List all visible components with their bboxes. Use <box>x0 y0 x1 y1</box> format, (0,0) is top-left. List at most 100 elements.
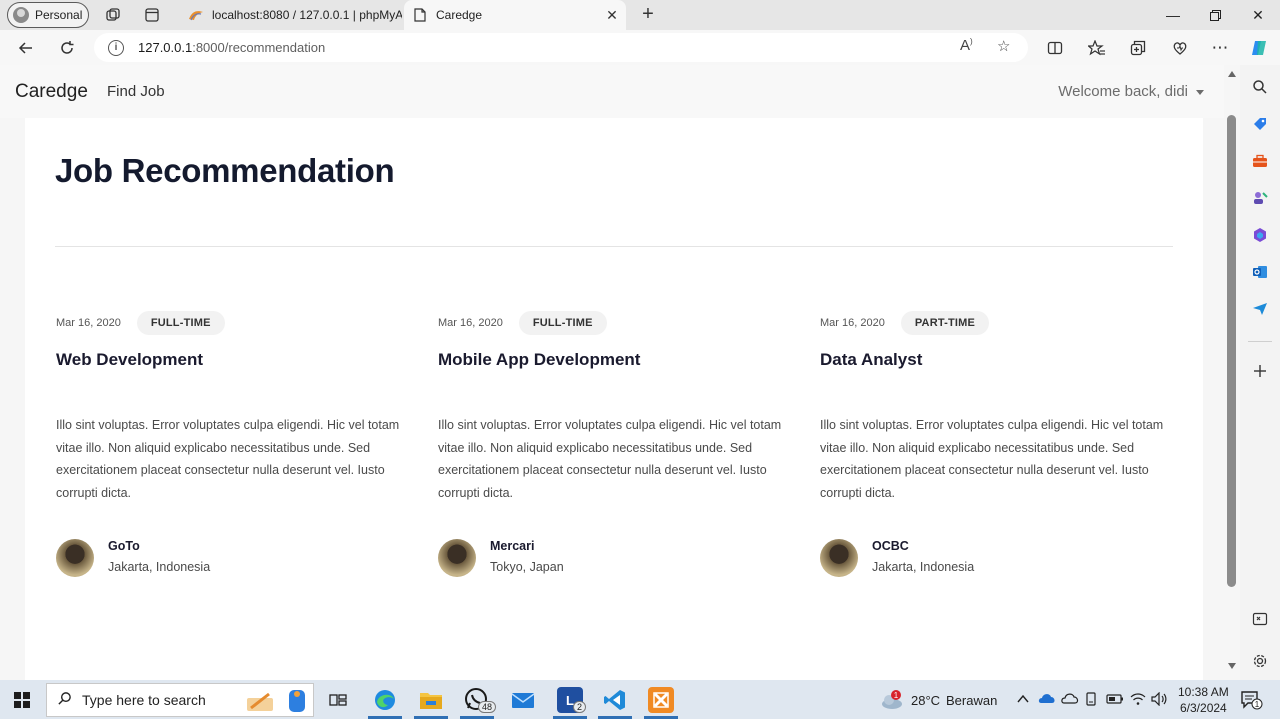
scroll-up-icon[interactable] <box>1228 71 1236 77</box>
company-avatar <box>820 539 858 577</box>
refresh-icon[interactable] <box>57 38 77 58</box>
search-highlight-icon <box>243 688 313 717</box>
profile-button[interactable]: Personal <box>7 2 89 28</box>
job-title[interactable]: Data Analyst <box>820 350 1170 370</box>
windows-start-icon[interactable] <box>14 692 30 708</box>
clock-date[interactable]: 6/3/2024 <box>1180 701 1227 715</box>
job-date: Mar 16, 2020 <box>56 317 121 329</box>
job-card[interactable]: Mar 16, 2020 FULL-TIME Web Development I… <box>56 310 406 577</box>
url-host: 127.0.0.1 <box>138 40 193 55</box>
job-title[interactable]: Web Development <box>56 350 406 370</box>
cloud-outline-icon[interactable] <box>1061 692 1079 707</box>
tools-briefcase-icon[interactable] <box>1250 151 1270 171</box>
send-icon[interactable] <box>1250 299 1270 319</box>
tab-phpmyadmin[interactable]: localhost:8080 / 127.0.0.1 | phpMyAdmin <box>180 0 402 30</box>
xampp-icon[interactable] <box>648 687 674 713</box>
battery-icon[interactable] <box>1106 692 1124 707</box>
tab-caredge[interactable]: Caredge ✕ <box>404 0 626 30</box>
file-explorer-icon[interactable] <box>418 687 444 713</box>
job-description: Illo sint voluptas. Error voluptates cul… <box>438 418 782 500</box>
task-view-icon[interactable] <box>325 687 351 713</box>
read-aloud-icon[interactable]: A) <box>960 37 973 54</box>
edge-sidebar <box>1240 65 1280 680</box>
recommendation-section: Job Recommendation Mar 16, 2020 FULL-TIM… <box>25 118 1203 680</box>
weather-temperature[interactable]: 28°C <box>911 693 940 708</box>
favorites-icon[interactable] <box>1087 38 1107 58</box>
job-description: Illo sint voluptas. Error voluptates cul… <box>820 418 1164 500</box>
browser-tab-bar: Personal localhost:8080 / 127.0.0.1 | ph… <box>0 0 1280 30</box>
new-tab-button[interactable]: + <box>638 4 658 26</box>
taskbar-search-input[interactable]: Type here to search <box>46 683 314 717</box>
browser-essentials-icon[interactable] <box>1170 38 1190 58</box>
job-type-badge: FULL-TIME <box>518 311 607 335</box>
add-icon[interactable] <box>1250 361 1270 381</box>
company-name: GoTo <box>108 539 140 553</box>
wifi-icon[interactable] <box>1130 692 1146 709</box>
company-avatar <box>438 539 476 577</box>
browser-toolbar: i 127.0.0.1:8000/recommendation A) ☆ ⋯ <box>0 30 1280 65</box>
edge-browser-icon[interactable] <box>372 687 398 713</box>
notification-icon[interactable]: 1 <box>1241 690 1263 713</box>
chevron-up-icon[interactable] <box>1017 692 1029 707</box>
vscode-icon[interactable] <box>602 687 628 713</box>
job-type-badge: PART-TIME <box>900 311 990 335</box>
page-viewport: Caredge Find Job Welcome back, didi Job … <box>0 65 1240 680</box>
mail-icon[interactable] <box>510 687 536 713</box>
app-badge: 2 <box>573 701 587 713</box>
job-description: Illo sint voluptas. Error voluptates cul… <box>56 418 400 500</box>
scroll-down-icon[interactable] <box>1228 663 1236 669</box>
onedrive-cloud-icon[interactable] <box>1038 692 1056 707</box>
restore-button[interactable] <box>1194 0 1236 30</box>
site-info-icon[interactable]: i <box>108 39 124 56</box>
url-path: :8000/recommendation <box>192 40 326 55</box>
search-placeholder: Type here to search <box>82 692 206 708</box>
more-menu-icon[interactable]: ⋯ <box>1210 38 1230 58</box>
outlook-icon[interactable] <box>1250 262 1270 282</box>
address-bar[interactable]: i 127.0.0.1:8000/recommendation <box>94 33 1028 62</box>
collections-icon[interactable] <box>1128 38 1148 58</box>
nav-link-find-job[interactable]: Find Job <box>107 83 165 100</box>
divider <box>55 246 1173 247</box>
profile-label: Personal <box>35 8 83 22</box>
company-name: OCBC <box>872 539 909 553</box>
split-screen-icon[interactable] <box>1045 38 1065 58</box>
device-icon[interactable] <box>1085 692 1097 709</box>
clock-time[interactable]: 10:38 AM <box>1178 685 1229 699</box>
page-scrollbar[interactable] <box>1224 65 1240 680</box>
job-card[interactable]: Mar 16, 2020 PART-TIME Data Analyst Illo… <box>820 310 1170 577</box>
profile-avatar-icon <box>13 7 29 23</box>
company-location: Tokyo, Japan <box>490 560 564 574</box>
volume-icon[interactable] <box>1151 691 1167 709</box>
copilot-icon[interactable] <box>1249 38 1269 58</box>
settings-gear-icon[interactable] <box>1250 651 1270 671</box>
brand-logo[interactable]: Caredge <box>15 81 88 103</box>
whatsapp-badge: 48 <box>478 701 497 713</box>
phpmyadmin-icon <box>188 7 204 23</box>
user-dropdown[interactable]: Welcome back, didi <box>1058 83 1204 100</box>
whatsapp-icon[interactable]: 48 <box>464 687 497 713</box>
chevron-down-icon <box>1196 89 1204 95</box>
tab-actions-icon[interactable] <box>143 6 161 24</box>
games-icon[interactable] <box>1250 188 1270 208</box>
company-avatar <box>56 539 94 577</box>
weather-cloud-icon[interactable]: 1 <box>880 690 904 715</box>
job-type-badge: FULL-TIME <box>136 311 225 335</box>
laragon-app-icon[interactable]: L 2 <box>557 687 587 713</box>
minimize-button[interactable]: — <box>1152 0 1194 30</box>
microsoft-365-icon[interactable] <box>1250 225 1270 245</box>
shopping-tag-icon[interactable] <box>1250 114 1270 134</box>
job-title[interactable]: Mobile App Development <box>438 350 788 370</box>
weather-description[interactable]: Berawan <box>946 693 997 708</box>
job-card[interactable]: Mar 16, 2020 FULL-TIME Mobile App Develo… <box>438 310 788 577</box>
windows-taskbar: Type here to search 48 L 2 1 28°C Berawa… <box>0 680 1280 719</box>
back-arrow-icon[interactable] <box>16 38 36 58</box>
close-tab-icon[interactable]: ✕ <box>604 7 620 24</box>
favorite-star-icon[interactable]: ☆ <box>997 37 1010 55</box>
workspaces-icon[interactable] <box>104 6 122 24</box>
close-window-button[interactable]: ✕ <box>1237 0 1279 30</box>
hide-sidebar-icon[interactable] <box>1250 609 1270 629</box>
search-icon[interactable] <box>1250 77 1270 97</box>
site-navbar: Caredge Find Job Welcome back, didi <box>0 65 1224 118</box>
scroll-thumb[interactable] <box>1227 115 1236 587</box>
page-title: Job Recommendation <box>55 152 395 189</box>
